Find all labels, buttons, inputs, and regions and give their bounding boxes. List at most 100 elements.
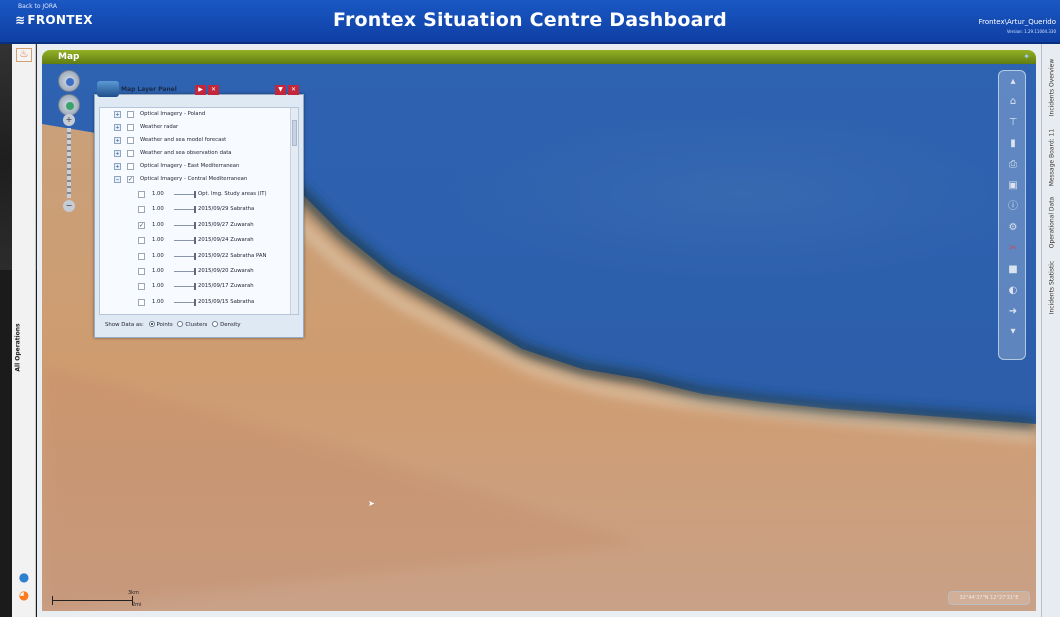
user-name[interactable]: Frontex\Artur_Querido [979, 18, 1056, 27]
expand-icon[interactable]: + [114, 124, 121, 131]
expand-icon[interactable]: + [114, 111, 121, 118]
print-icon[interactable]: ⎙ [1005, 158, 1021, 172]
maximize-icon[interactable]: ✦ [1023, 52, 1030, 61]
layer-list[interactable]: + Optical Imagery - Poland + Weather radar… [99, 107, 299, 315]
opacity-slider[interactable] [174, 271, 196, 272]
clusters-option-label[interactable]: Clusters [185, 322, 207, 328]
layer-row[interactable]: + Weather radar [100, 121, 290, 134]
zoom-out-button[interactable]: − [63, 200, 75, 212]
expand-icon[interactable]: + [114, 137, 121, 144]
opacity-value: 1.00 [152, 283, 164, 289]
layer-row[interactable]: + Optical Imagery - East Mediterranean [100, 160, 290, 173]
layer-row[interactable]: + Weather and sea observation data [100, 147, 290, 160]
layer-list-scrollbar[interactable] [290, 108, 298, 314]
map-title-bar: Map ✦ [42, 50, 1036, 64]
sublayer-label: 2015/09/15 Sabratha [198, 299, 255, 305]
zoom-in-button[interactable]: + [63, 114, 75, 126]
all-operations-tab[interactable]: All Operations [15, 323, 22, 371]
sublayer-checkbox[interactable] [138, 253, 145, 260]
opacity-slider-handle[interactable] [194, 191, 196, 198]
document-icon[interactable]: ▣ [1005, 179, 1021, 193]
bar-chart-icon[interactable]: ▮ [1005, 137, 1021, 151]
minimize-button[interactable]: ▼ [275, 85, 286, 95]
sublayer-row[interactable]: 1.00 2015/09/22 Sabratha PAN [100, 250, 290, 263]
opacity-value: 1.00 [152, 222, 164, 228]
density-option-label[interactable]: Density [220, 322, 241, 328]
opacity-slider[interactable] [174, 256, 196, 257]
blank-page-icon[interactable]: ■ [1005, 263, 1021, 277]
layer-checkbox[interactable] [127, 150, 134, 157]
map-navigation: + − [58, 70, 80, 230]
density-radio[interactable] [212, 321, 219, 327]
gear-icon[interactable]: ⚙ [1005, 221, 1021, 235]
close-icon[interactable]: ✕ [208, 85, 219, 95]
sublayer-row[interactable]: 1.00 2015/09/24 Zuwarah [100, 234, 290, 247]
sublayer-checkbox[interactable] [138, 268, 145, 275]
zoom-slider[interactable] [67, 128, 71, 198]
pin-icon[interactable]: ⊤ [1005, 116, 1021, 130]
collapse-icon[interactable]: − [114, 176, 121, 183]
layer-row[interactable]: + Optical Imagery - Poland [100, 108, 290, 121]
chevron-down-icon[interactable]: ▾ [1005, 325, 1021, 339]
opacity-slider[interactable] [174, 209, 196, 210]
sublayer-row[interactable]: ✓ 1.00 2015/09/27 Zuwarah [100, 219, 290, 232]
building-icon[interactable]: ⌂ [1005, 95, 1021, 109]
opacity-value: 1.00 [152, 191, 164, 197]
opacity-slider[interactable] [174, 302, 196, 303]
sublayer-checkbox[interactable] [138, 283, 145, 290]
layer-label: Weather and sea model forecast [140, 137, 227, 143]
expand-icon[interactable]: + [114, 163, 121, 170]
layer-checkbox-checked[interactable]: ✓ [127, 176, 134, 183]
sublayer-row[interactable]: 1.00 2015/09/20 Zuwarah [100, 265, 290, 278]
opacity-slider-handle[interactable] [194, 222, 196, 229]
chevron-up-icon[interactable]: ▴ [1005, 75, 1021, 89]
layer-checkbox[interactable] [127, 163, 134, 170]
right-side-tabs: Incidents Overview Message Board: 11 Ope… [1041, 44, 1060, 617]
sublayer-row[interactable]: 1.00 2015/09/15 Sabratha [100, 296, 290, 309]
opacity-slider-handle[interactable] [194, 206, 196, 213]
points-radio[interactable] [148, 321, 155, 327]
layer-checkbox[interactable] [127, 124, 134, 131]
info-icon[interactable]: ⓘ [1005, 200, 1021, 214]
pan-control[interactable] [58, 70, 80, 92]
layers-icon[interactable]: ◐ [1005, 284, 1021, 298]
opacity-slider-handle[interactable] [194, 253, 196, 260]
map-canvas[interactable]: + − Map Layer Panel ▶ ✕ ▼ ✕ + Optical Ima… [42, 64, 1036, 611]
sublayer-row[interactable]: 1.00 Opt. Img. Study areas (IT) [100, 188, 290, 201]
layer-row[interactable]: − ✓ Optical Imagery - Central Mediterranea… [100, 173, 290, 186]
home-button[interactable]: ♨ [16, 48, 32, 62]
scrollbar-thumb[interactable] [292, 120, 297, 146]
opacity-slider-handle[interactable] [194, 283, 196, 290]
sublayer-checkbox[interactable] [138, 206, 145, 213]
scale-mi-label: 2mi [132, 602, 142, 608]
opacity-slider[interactable] [174, 194, 196, 195]
opacity-slider-handle[interactable] [194, 268, 196, 275]
globe-icon[interactable]: ● [16, 570, 32, 584]
share-icon[interactable]: ➜ [1005, 305, 1021, 319]
clusters-radio[interactable] [177, 321, 184, 327]
scissors-icon[interactable]: ✂ [1005, 242, 1021, 256]
expand-icon[interactable]: + [114, 150, 121, 157]
sublayer-row[interactable]: 1.00 2015/09/29 Sabratha [100, 203, 290, 216]
page-title: Frontex Situation Centre Dashboard [333, 9, 727, 31]
close-panel-button[interactable]: ✕ [288, 85, 299, 95]
points-option-label[interactable]: Points [157, 322, 173, 328]
rotate-control[interactable] [58, 94, 80, 116]
sublayer-checkbox-checked[interactable]: ✓ [138, 222, 145, 229]
opacity-slider[interactable] [174, 225, 196, 226]
layer-row[interactable]: + Weather and sea model forecast [100, 134, 290, 147]
sublayer-checkbox[interactable] [138, 191, 145, 198]
layer-checkbox[interactable] [127, 111, 134, 118]
opacity-slider[interactable] [174, 240, 196, 241]
sublayer-row[interactable]: 1.00 2015/09/17 Zuwarah [100, 280, 290, 293]
opacity-slider[interactable] [174, 286, 196, 287]
tab-incidents-statistic[interactable]: Incidents Statistic [1049, 238, 1056, 338]
opacity-value: 1.00 [152, 253, 164, 259]
opacity-slider-handle[interactable] [194, 299, 196, 306]
opacity-slider-handle[interactable] [194, 237, 196, 244]
sublayer-checkbox[interactable] [138, 299, 145, 306]
play-button[interactable]: ▶ [195, 85, 206, 95]
sublayer-checkbox[interactable] [138, 237, 145, 244]
layer-checkbox[interactable] [127, 137, 134, 144]
chart-globe-icon[interactable]: ◕ [16, 588, 32, 602]
